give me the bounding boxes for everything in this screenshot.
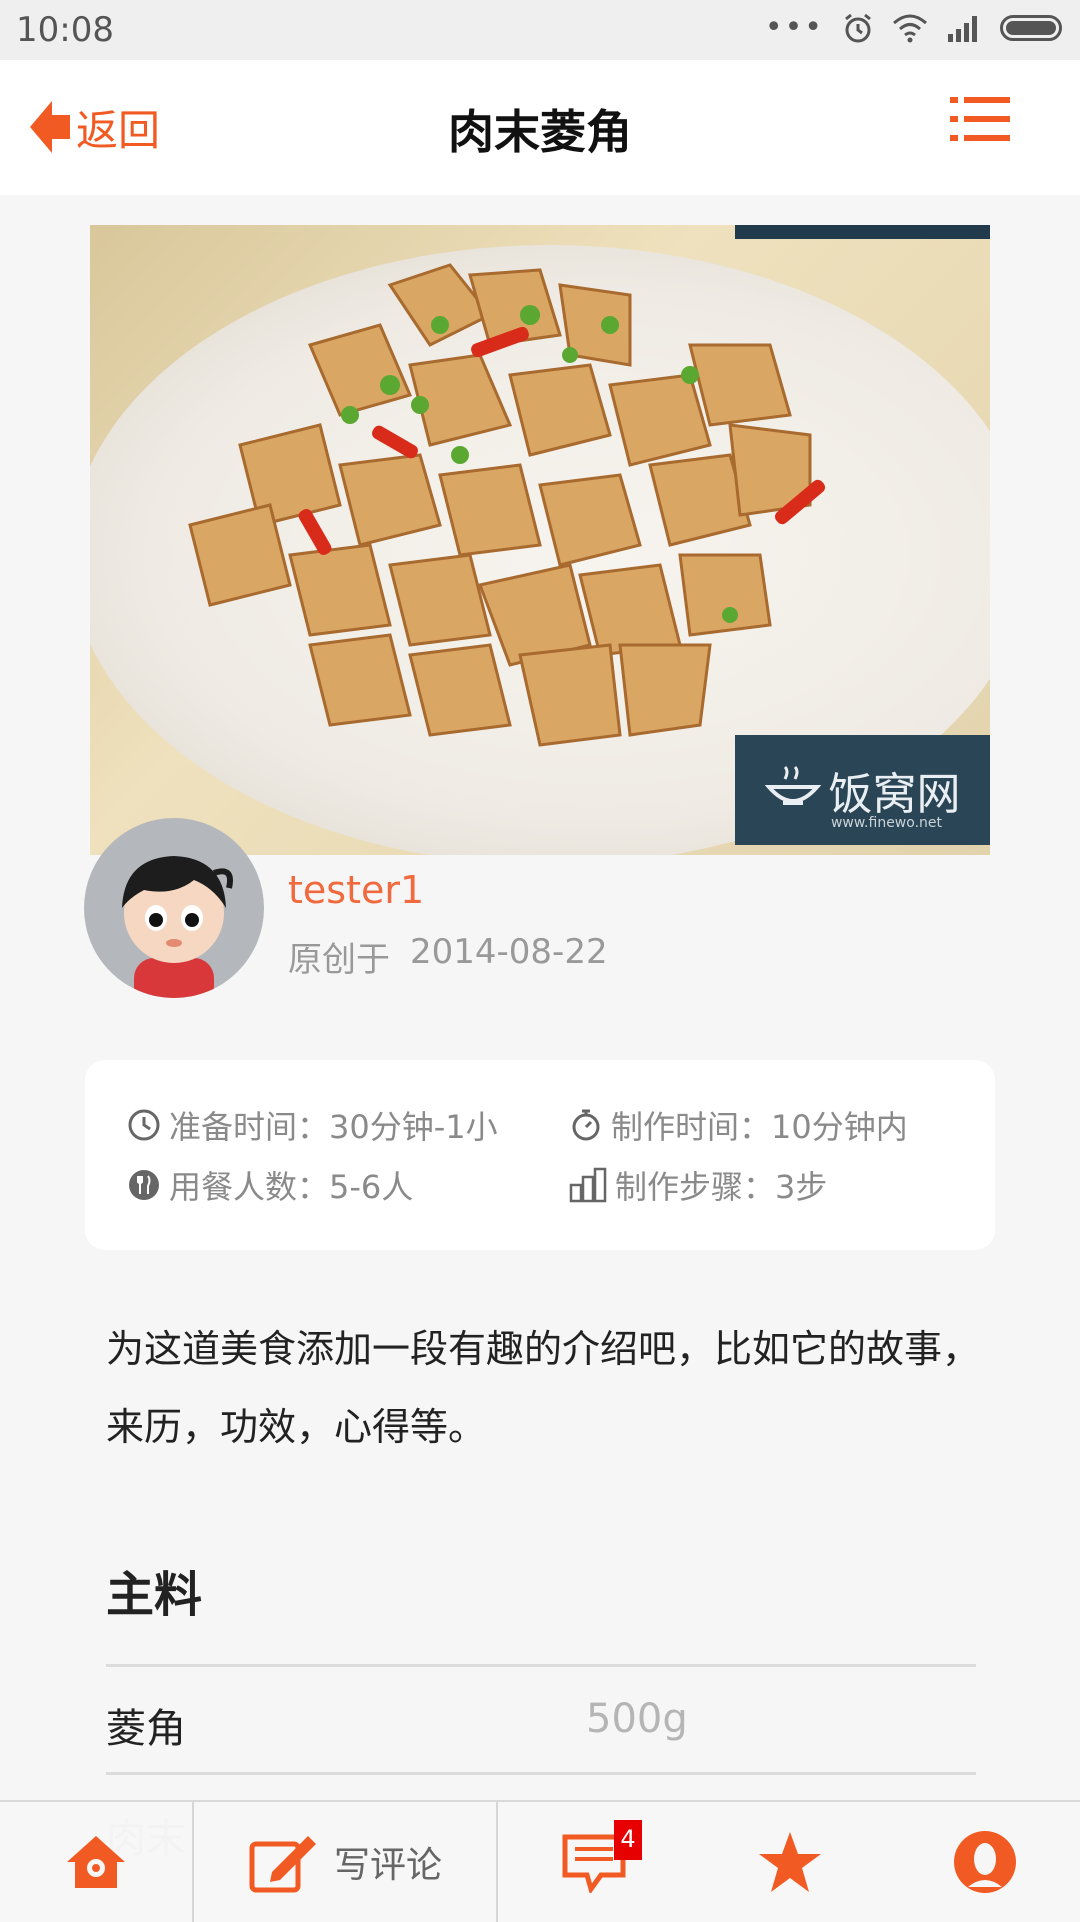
star-icon <box>759 1832 821 1892</box>
status-time: 10:08 <box>16 10 114 50</box>
app-header: 返回 肉末菱角 <box>0 60 1080 195</box>
author-date: 原创于 2014-08-22 <box>288 932 608 981</box>
recipe-intro: 为这道美食添加一段有趣的介绍吧，比如它的故事，来历，功效，心得等。 <box>106 1327 981 1449</box>
comment-count-badge: 4 <box>614 1820 642 1860</box>
watermark-url: www.finewo.net <box>830 815 942 831</box>
cook-time-text: 制作时间：10分钟内 <box>611 1108 908 1146</box>
bowl-logo-icon <box>764 765 821 805</box>
stopwatch-icon <box>572 1109 600 1141</box>
alarm-icon <box>845 13 871 43</box>
prep-time-text: 准备时间：30分钟-1小 <box>169 1108 498 1146</box>
status-icons: ••• <box>765 12 1062 44</box>
status-bar: 10:08 ••• <box>0 0 1080 60</box>
home-icon <box>67 1836 125 1888</box>
servings: 用餐人数：5-6人 <box>127 1162 413 1208</box>
divider <box>106 1772 976 1775</box>
steps-text: 制作步骤：3步 <box>615 1168 828 1206</box>
more-dots-icon: ••• <box>764 10 824 45</box>
author-avatar[interactable] <box>84 818 264 998</box>
home-tab[interactable] <box>0 1802 192 1922</box>
cook-time: 制作时间：10分钟内 <box>569 1102 908 1148</box>
write-comment-button[interactable]: 写评论 <box>194 1802 496 1922</box>
author-date-value: 2014-08-22 <box>410 932 608 972</box>
edit-icon <box>249 1836 316 1893</box>
watermark: 饭窝网 www.finewo.net <box>735 735 990 845</box>
menu-list-icon[interactable] <box>950 94 1010 144</box>
write-comment-label: 写评论 <box>333 1845 442 1886</box>
author-date-prefix: 原创于 <box>288 940 390 980</box>
author-name[interactable]: tester1 <box>288 868 424 912</box>
servings-text: 用餐人数：5-6人 <box>169 1168 414 1206</box>
clock-icon <box>128 1109 160 1141</box>
divider <box>106 1664 976 1667</box>
ingredient-qty: 500g <box>586 1696 688 1742</box>
profile-tab[interactable] <box>890 1802 1080 1922</box>
bottom-toolbar: 写评论 4 <box>0 1800 1080 1922</box>
prep-time: 准备时间：30分钟-1小 <box>127 1102 498 1148</box>
ingredient-name: 菱角 <box>106 1706 186 1752</box>
comments-tab[interactable] <box>498 1802 690 1922</box>
dining-icon <box>129 1170 159 1200</box>
signal-icon <box>948 16 977 42</box>
wifi-icon <box>893 14 927 43</box>
steps-blocks-icon <box>569 1167 607 1203</box>
favorite-tab[interactable] <box>690 1802 890 1922</box>
steps: 制作步骤：3步 <box>569 1162 827 1208</box>
recipe-info-card: 准备时间：30分钟-1小 制作时间：10分钟内 用餐人数：5-6人 制作步骤：3… <box>85 1060 995 1250</box>
ingredients-title: 主料 <box>106 1567 203 1623</box>
avatar-illustration <box>122 856 233 998</box>
watermark-text: 饭窝网 <box>828 769 961 820</box>
user-icon <box>954 1831 1016 1893</box>
page-title: 肉末菱角 <box>448 105 632 159</box>
recipe-photo[interactable]: 饭窝网 www.finewo.net <box>90 225 990 855</box>
battery-icon <box>1000 15 1062 41</box>
